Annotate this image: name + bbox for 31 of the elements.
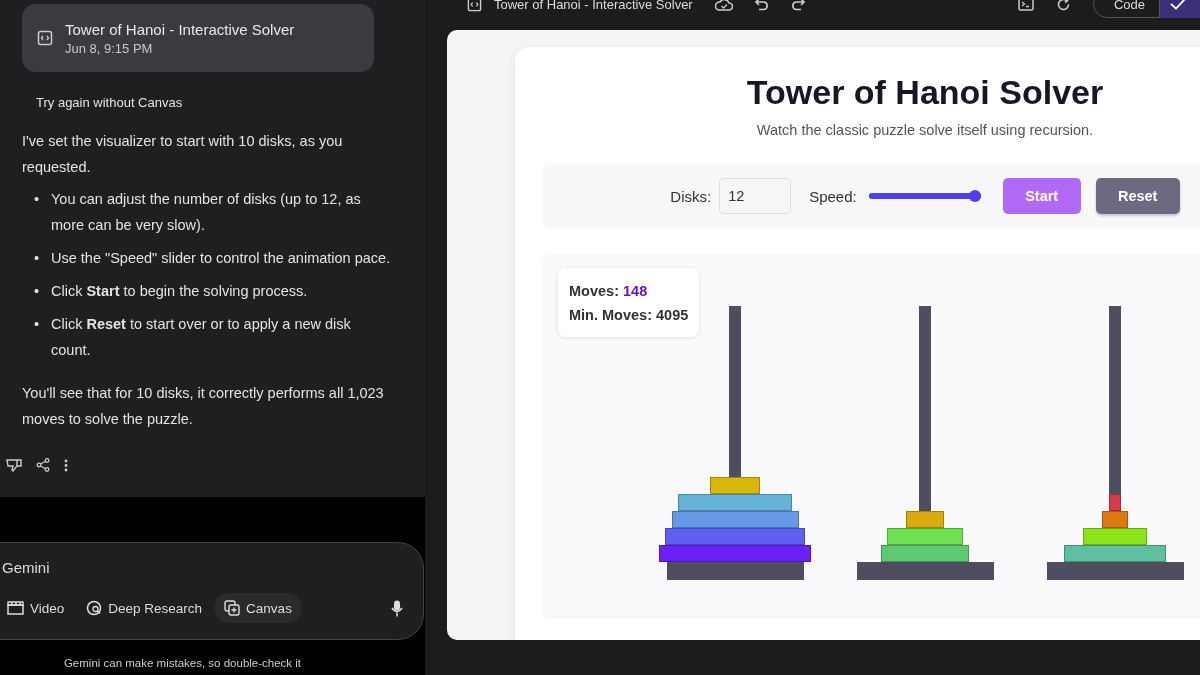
bullet-marker: • xyxy=(34,315,41,334)
response-paragraph: I've set the visualizer to start with 10 disks, as you requested. xyxy=(22,132,344,177)
moves-label: Moves: xyxy=(569,283,619,299)
min-moves-label: Min. Moves: xyxy=(569,307,652,323)
bullet-marker: • xyxy=(34,249,41,268)
app-title: Tower of Hanoi Solver xyxy=(745,73,1105,112)
bullet-item: Click Reset to start over or to apply a new disk count. xyxy=(51,315,352,360)
tool-chip[interactable]: Canvas xyxy=(214,593,302,623)
prompt-placeholder: Gemini xyxy=(2,559,50,576)
bullet-marker: • xyxy=(34,282,41,301)
artifact-card[interactable]: Tower of Hanoi - Interactive Solver Jun 8, 9:15 PM xyxy=(22,4,374,72)
app-subtitle: Watch the classic puzzle solve itself using recursion. xyxy=(755,122,1095,138)
artifact-date: Jun 8, 9:15 PM xyxy=(65,40,154,56)
document-title: Tower of Hanoi - Interactive Solver xyxy=(494,0,693,12)
bullet-item: You can adjust the number of disks (up to 12, as more can be very slow). xyxy=(51,190,362,235)
disclaimer-text: Gemini can make mistakes, so double-check it xyxy=(63,657,302,669)
disks-label: Disks: xyxy=(670,187,712,205)
bullet-item: Click Start to begin the solving process. xyxy=(51,282,308,301)
prompt-box[interactable]: Gemini Video Deep Research Canvas xyxy=(0,542,424,640)
moves-count: 148 xyxy=(623,283,648,299)
tool-chip[interactable]: Video xyxy=(0,593,75,623)
bullet-item: Use the "Speed" slider to control the animation pace. xyxy=(51,249,391,268)
reset-button[interactable]: Reset xyxy=(1095,178,1180,214)
disks-input[interactable]: 12 xyxy=(719,178,792,214)
tool-chip[interactable]: Deep Research xyxy=(76,593,213,623)
artifact-title: Tower of Hanoi - Interactive Solver xyxy=(65,20,295,38)
retry-link[interactable]: Try again without Canvas xyxy=(36,95,183,110)
min-moves-count: 4095 xyxy=(656,307,689,323)
response-paragraph: You'll see that for 10 disks, it correctly performs all 1,023 moves to solve the puzzle. xyxy=(22,384,385,429)
bullet-marker: • xyxy=(34,190,41,209)
speed-label: Speed: xyxy=(809,187,857,205)
